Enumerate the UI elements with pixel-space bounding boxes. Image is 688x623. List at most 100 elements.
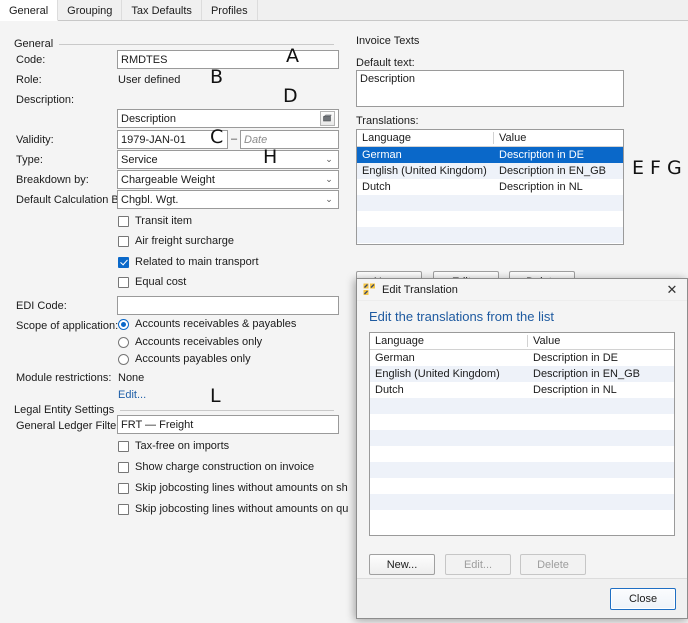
breakdown-select[interactable]: Chargeable Weight ⌄: [117, 170, 339, 189]
description-input-value: Description: [121, 112, 177, 125]
table-row[interactable]: English (United Kingdom) Description in …: [370, 366, 674, 382]
radio-accounts-receivables-and-payables[interactable]: Accounts receivables & payables: [118, 318, 296, 330]
code-input-value: RMDTES: [121, 53, 168, 66]
tab-grouping[interactable]: Grouping: [58, 0, 123, 20]
code-input[interactable]: RMDTES: [117, 50, 339, 69]
tab-general[interactable]: General: [0, 0, 59, 21]
invoice-texts-title: Invoice Texts: [356, 35, 420, 47]
radio-dot: [118, 318, 129, 330]
type-select-value: Service: [121, 153, 158, 166]
dialog-delete-button[interactable]: Delete: [520, 554, 586, 575]
grid-header-value: Value: [499, 132, 527, 144]
row-language: English (United Kingdom): [362, 165, 487, 177]
checkbox-show-charge-construction-on-invoice[interactable]: Show charge construction on invoice: [118, 461, 314, 473]
checkbox-label: Equal cost: [135, 276, 187, 288]
default-text-textarea[interactable]: Description: [356, 70, 624, 107]
translation-icon[interactable]: [320, 111, 335, 126]
type-select[interactable]: Service ⌄: [117, 150, 339, 169]
grid-header-row: Language Value: [370, 333, 674, 350]
row-language: German: [375, 352, 415, 364]
table-row-empty[interactable]: [357, 195, 623, 211]
group-header-rule: [59, 43, 334, 45]
table-row-empty[interactable]: [370, 462, 674, 478]
radio-label: Accounts receivables & payables: [135, 318, 297, 330]
table-row[interactable]: English (United Kingdom) Description in …: [357, 163, 623, 179]
table-row-empty[interactable]: [370, 398, 674, 414]
dialog-delete-label: Delete: [537, 558, 569, 571]
checkbox-related-to-main-transport[interactable]: Related to main transport: [118, 256, 259, 268]
role-value: User defined: [118, 74, 181, 86]
breakdown-label: Breakdown by:: [16, 174, 89, 186]
tab-tax-defaults-label: Tax Defaults: [131, 4, 192, 17]
table-row[interactable]: Dutch Description in NL: [357, 179, 623, 195]
radio-label: Accounts payables only: [135, 353, 251, 365]
tab-grouping-label: Grouping: [67, 4, 113, 17]
checkbox-transit-item[interactable]: Transit item: [118, 215, 192, 227]
checkbox-equal-cost[interactable]: Equal cost: [118, 276, 186, 288]
checkbox-tax-free-on-imports[interactable]: Tax-free on imports: [118, 440, 229, 452]
checkbox-box: [118, 461, 129, 473]
module-restrictions-label: Module restrictions:: [16, 372, 112, 384]
validity-from-input[interactable]: 1979-JAN-01: [117, 130, 228, 149]
chevron-down-icon: ⌄: [325, 154, 333, 164]
table-row-empty[interactable]: [370, 494, 674, 510]
tab-profiles-label: Profiles: [210, 4, 248, 17]
radio-accounts-payables-only[interactable]: Accounts payables only: [118, 353, 251, 365]
grid-header-language: Language: [370, 335, 528, 347]
general-ledger-filter-input[interactable]: FRT — Freight: [117, 415, 339, 434]
close-icon[interactable]: ✕: [661, 280, 683, 300]
table-row[interactable]: German Description in DE: [357, 147, 623, 163]
default-text-value: Description: [360, 73, 416, 85]
radio-accounts-receivables-only[interactable]: Accounts receivables only: [118, 336, 262, 348]
validity-label: Validity:: [16, 134, 54, 146]
checkbox-skip-jobcosting-shipments[interactable]: Skip jobcosting lines without amounts on…: [118, 482, 386, 494]
checkbox-box: [118, 256, 129, 268]
edi-code-input[interactable]: [117, 296, 339, 315]
row-value: Description in NL: [533, 384, 617, 396]
type-label: Type:: [16, 154, 43, 166]
group-header-legal-label: Legal Entity Settings: [14, 404, 115, 416]
table-row-empty[interactable]: [370, 430, 674, 446]
row-value: Description in DE: [533, 352, 618, 364]
checkbox-skip-jobcosting-quotations[interactable]: Skip jobcosting lines without amounts on…: [118, 503, 387, 515]
description-input[interactable]: Description: [117, 109, 339, 128]
checkbox-label: Show charge construction on invoice: [135, 461, 315, 473]
radio-dot: [118, 353, 129, 365]
grid-header-language: Language: [357, 132, 494, 144]
tab-profiles[interactable]: Profiles: [201, 0, 258, 20]
checkbox-box: [118, 440, 129, 452]
validity-from-value: 1979-JAN-01: [121, 133, 186, 146]
table-row-empty[interactable]: [370, 414, 674, 430]
checkbox-label: Air freight surcharge: [135, 235, 235, 247]
checkbox-box: [118, 215, 129, 227]
checkbox-box: [118, 276, 129, 288]
module-restrictions-edit-link[interactable]: Edit...: [118, 389, 146, 401]
general-ledger-filter-label: General Ledger Filter:: [16, 420, 123, 432]
grid-header-row: Language Value: [357, 130, 623, 147]
dialog-edit-button[interactable]: Edit...: [445, 554, 511, 575]
tab-tax-defaults[interactable]: Tax Defaults: [122, 0, 202, 20]
row-value: Description in NL: [499, 181, 583, 193]
checkbox-air-freight-surcharge[interactable]: Air freight surcharge: [118, 235, 234, 247]
table-row-empty[interactable]: [357, 227, 623, 243]
dialog-title-bar[interactable]: Edit Translation ✕: [357, 279, 687, 301]
table-row-empty[interactable]: [370, 478, 674, 494]
table-row[interactable]: German Description in DE: [370, 350, 674, 366]
dialog-title-label: Edit Translation: [382, 283, 458, 296]
validity-to-input[interactable]: Date: [240, 130, 339, 149]
translations-grid[interactable]: Language Value German Description in DE …: [356, 129, 624, 245]
dialog-footer: Close: [357, 578, 687, 618]
dialog-close-button[interactable]: Close: [610, 588, 676, 610]
dialog-new-button[interactable]: New...: [369, 554, 435, 575]
table-row-empty[interactable]: [370, 446, 674, 462]
dialog-translations-grid[interactable]: Language Value German Description in DE …: [369, 332, 675, 536]
validity-separator: –: [231, 133, 238, 145]
breakdown-select-value: Chargeable Weight: [121, 173, 215, 186]
code-label: Code:: [16, 54, 46, 66]
chevron-down-icon: ⌄: [325, 194, 333, 204]
table-row-empty[interactable]: [357, 211, 623, 227]
dialog-heading: Edit the translations from the list: [369, 309, 554, 324]
table-row[interactable]: Dutch Description in NL: [370, 382, 674, 398]
default-calculation-basis-select[interactable]: Chgbl. Wgt. ⌄: [117, 190, 339, 209]
checkbox-box: [118, 482, 129, 494]
